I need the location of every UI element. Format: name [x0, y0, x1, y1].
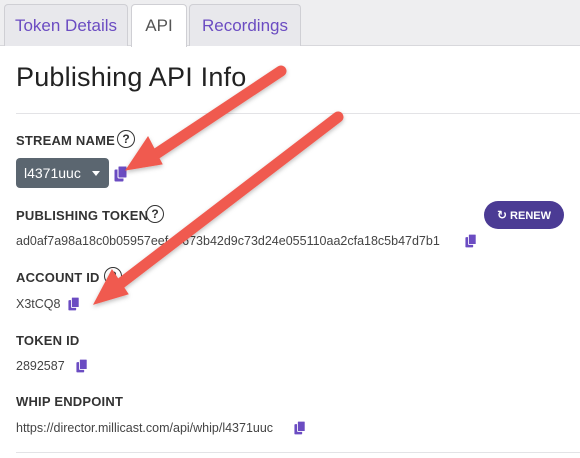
- copy-icon[interactable]: [68, 297, 80, 311]
- annotation-arrow: [110, 111, 344, 293]
- tab-api[interactable]: API: [131, 4, 187, 47]
- publishing-token-help-icon[interactable]: ?: [146, 205, 164, 223]
- copy-icon[interactable]: [294, 421, 306, 435]
- stream-name-label: STREAM NAME: [16, 133, 115, 148]
- token-id-label: TOKEN ID: [16, 333, 80, 348]
- token-id-value: 2892587: [16, 359, 65, 373]
- copy-icon[interactable]: [114, 166, 128, 182]
- whip-endpoint-label: WHIP ENDPOINT: [16, 394, 124, 409]
- account-id-label: ACCOUNT ID: [16, 270, 100, 285]
- account-id-value: X3tCQ8: [16, 297, 61, 311]
- chevron-down-icon: [92, 171, 100, 176]
- whip-endpoint-value: https://director.millicast.com/api/whip/…: [16, 421, 274, 435]
- stream-name-selected-value: l4371uuc: [24, 165, 81, 181]
- publishing-token-label: PUBLISHING TOKEN: [16, 208, 149, 223]
- tab-bar: Token Details API Recordings: [0, 0, 580, 47]
- stream-name-select[interactable]: l4371uuc: [16, 158, 109, 188]
- copy-icon[interactable]: [76, 359, 88, 373]
- refresh-icon: ↻: [496, 208, 508, 222]
- publishing-token-value: ad0af7a98a18c0b05957eef..7673b42d9c73d24…: [16, 234, 440, 248]
- page-title: Publishing API Info: [16, 62, 247, 92]
- stream-name-help-icon[interactable]: ?: [117, 130, 135, 148]
- divider: [16, 113, 580, 114]
- tab-recordings[interactable]: Recordings: [189, 4, 301, 46]
- renew-button-label: RENEW: [510, 210, 551, 222]
- copy-icon[interactable]: [465, 234, 477, 248]
- divider: [16, 452, 580, 453]
- renew-button[interactable]: ↻ RENEW: [484, 201, 564, 229]
- tab-token-details[interactable]: Token Details: [4, 4, 128, 46]
- account-id-help-icon[interactable]: ?: [104, 267, 122, 285]
